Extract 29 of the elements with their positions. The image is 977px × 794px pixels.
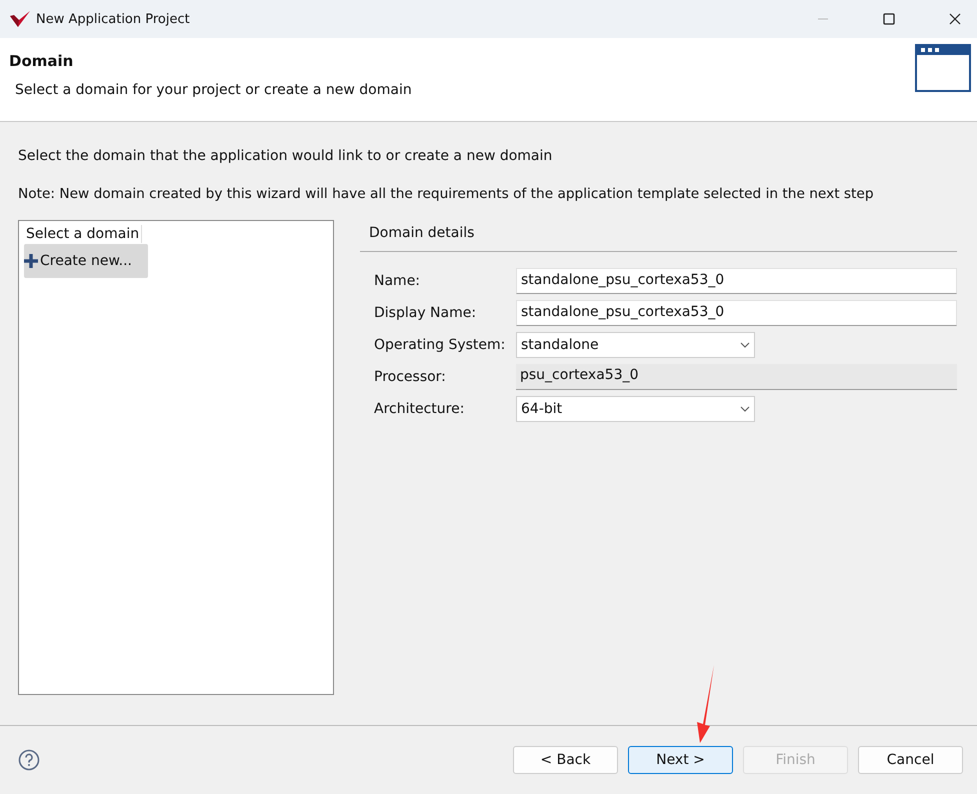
chevron-down-icon xyxy=(740,406,750,412)
intro-text: Select the domain that the application would link to or create a new domain xyxy=(18,148,554,164)
field-label: Operating System: xyxy=(374,337,506,353)
field-label: Name: xyxy=(374,273,422,289)
note-text: Note: New domain created by this wizard will have all the requirements of the application template selected in the next step xyxy=(18,186,875,202)
dropdown[interactable]: 64-bit xyxy=(516,396,755,422)
text-field[interactable]: standalone_psu_cortexa53_0 xyxy=(516,300,957,326)
window-title: New Application Project xyxy=(36,12,190,26)
text-field[interactable]: standalone_psu_cortexa53_0 xyxy=(516,268,957,294)
dialog-button[interactable]: Cancel xyxy=(858,746,963,774)
close-icon[interactable] xyxy=(949,13,961,25)
field-label: Processor: xyxy=(374,369,447,385)
plus-icon xyxy=(24,254,38,268)
dialog-button[interactable]: < Back xyxy=(513,746,618,774)
page-subtitle: Select a domain for your project or create a new domain xyxy=(15,82,413,98)
list-item[interactable]: Create new... xyxy=(24,244,148,278)
list-heading: Select a domain xyxy=(24,225,142,243)
page-title: Domain xyxy=(9,52,74,70)
field-label: Display Name: xyxy=(374,305,478,321)
dialog-button[interactable]: Next > xyxy=(628,746,733,774)
app-logo-icon xyxy=(10,11,30,27)
field-label: Architecture: xyxy=(374,401,466,417)
maximize-icon[interactable] xyxy=(883,13,895,25)
section-title: Domain details xyxy=(360,220,957,252)
readonly-field: psu_cortexa53_0 xyxy=(516,364,957,390)
help-icon[interactable] xyxy=(18,749,40,771)
window-banner-icon xyxy=(915,44,971,92)
dropdown[interactable]: standalone xyxy=(516,332,755,358)
chevron-down-icon xyxy=(740,342,750,348)
